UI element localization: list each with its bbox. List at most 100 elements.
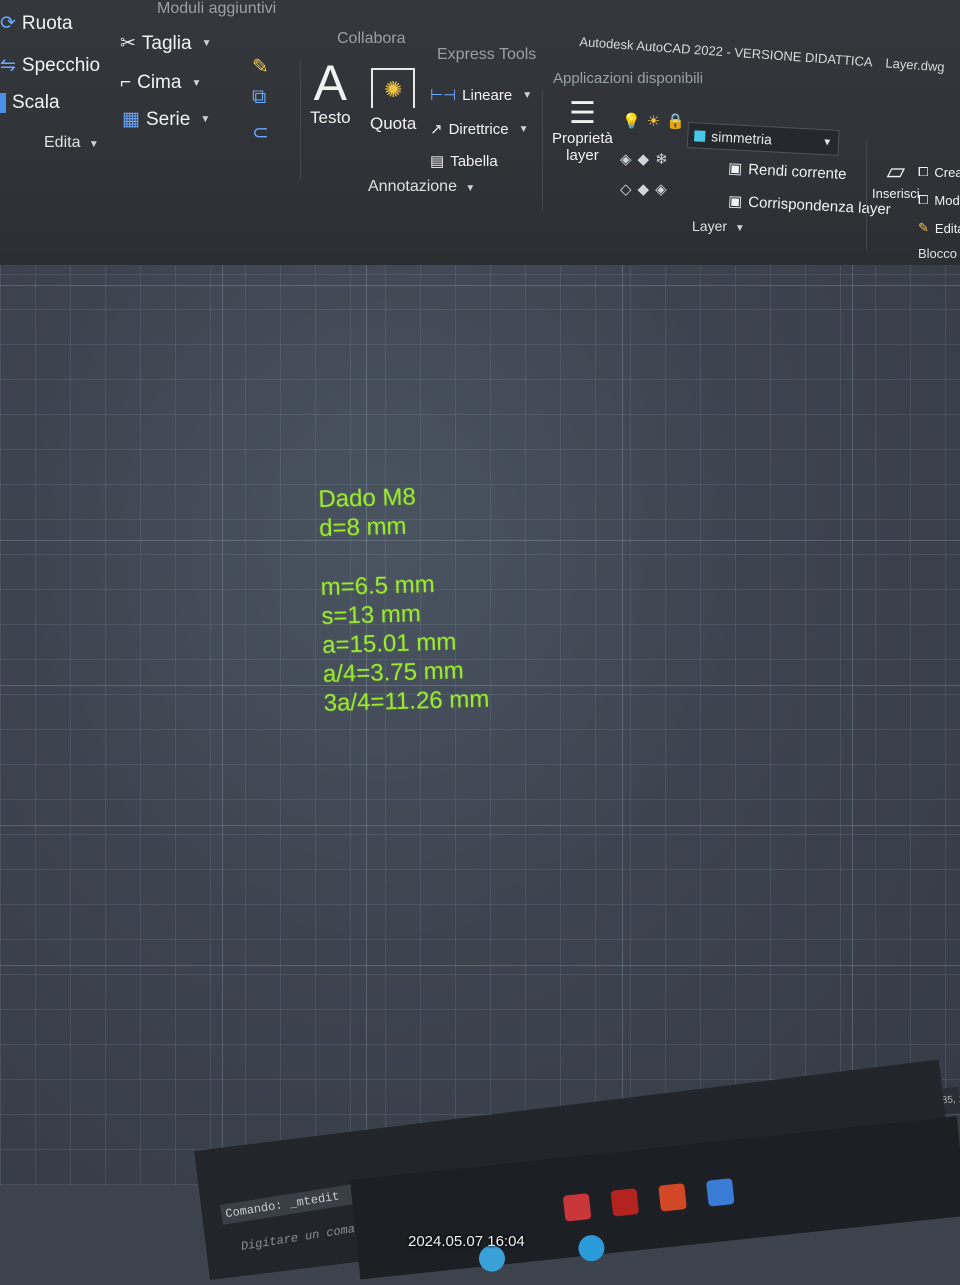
mtext-line: 3a/4=11.26 mm [323,685,490,717]
lock-icon: 🔒 [666,113,685,130]
edita-label: Edita [44,134,81,151]
layer-tools-row-1[interactable]: ◈ ◆ ❄ [620,150,668,168]
grid-line [0,825,960,826]
group-label-edita[interactable]: Edita ▼ [44,134,99,152]
create-label: Crea [934,164,960,180]
dimension-button[interactable]: ✺ Quota [370,68,416,134]
modify-block-icon: ⧠ [918,192,929,207]
group-label-layer[interactable]: Layer ▼ [692,218,745,234]
offset-icon[interactable]: ⊂ [252,120,269,145]
layer-state-icons[interactable]: 💡 ☀ 🔒 [622,112,685,130]
tab-express-tools[interactable]: Express Tools [437,46,536,64]
grid-line [366,265,367,1185]
leader-icon: ↗ [430,121,443,138]
lightbulb-icon: 💡 [622,113,641,130]
window-title: Autodesk AutoCAD 2022 - VERSIONE DIDATTI… [579,34,945,74]
text-button[interactable]: A Testo [310,58,351,128]
separator [866,140,867,250]
linear-dimension-button[interactable]: ⊢⊣ Lineare ▼ [430,86,533,105]
rotate-label: Ruota [21,12,73,34]
fillet-label: Cima [137,72,182,93]
layer-freeze-icon: ❄ [655,151,668,168]
edit-block-icon: ✎ [918,220,929,235]
chevron-down-icon: ▼ [88,139,99,150]
scale-label: Scala [12,92,60,113]
layer-properties-label: Proprietà [552,130,613,147]
fillet-button[interactable]: ⌐ Cima ▼ [120,72,201,94]
grid-line [0,965,960,966]
mtext-block[interactable]: Dado M8 d=8 mm m=6.5 mm s=13 mm a=15.01 … [318,481,490,718]
mirror-label: Specchio [21,54,101,76]
copy-icon[interactable]: ⧉ [252,86,266,109]
create-block-icon: ⧠ [918,164,929,179]
mtext-line: a=15.01 mm [321,628,457,659]
grid-line [852,265,853,1185]
tab-moduli-aggiuntivi[interactable]: Moduli aggiuntivi [157,0,276,18]
scale-button[interactable]: Scala [0,92,60,114]
make-current-icon: ▣ [727,159,743,178]
grid-line [622,265,623,1185]
leader-button[interactable]: ↗ Direttrice ▼ [430,120,529,139]
current-layer-name: simmetria [710,128,773,148]
tab-applicazioni-disponibili[interactable]: Applicazioni disponibili [553,70,703,87]
chevron-down-icon: ▼ [465,183,476,194]
mtext-line: m=6.5 mm [320,570,436,601]
mtext-blank-line [320,539,486,573]
group-label-blocco[interactable]: Blocco [918,246,957,261]
modify-block-button[interactable]: ⧠ Mod [918,192,960,208]
layer-tools-row-2[interactable]: ◇ ◆ ◈ [620,180,667,198]
layer-off-icon: ◆ [637,151,650,168]
table-icon: ▤ [430,153,445,170]
chevron-down-icon: ▼ [191,77,202,89]
erase-icon[interactable]: ✎ [252,54,269,79]
grid-line [0,285,960,286]
insert-label: Inserisci [872,186,920,201]
mirror-icon: ⇋ [0,55,16,76]
array-icon: ▦ [122,109,140,130]
mtext-line: Dado M8 [318,483,417,513]
layer-properties-button[interactable]: ☰ Proprietà layer [552,97,613,165]
blocco-label: Blocco [918,246,958,261]
array-label: Serie [145,108,191,130]
fillet-icon: ⌐ [120,72,132,93]
make-current-label: Rendi corrente [747,160,847,183]
photo-timestamp: 2024.05.07 16:04 [408,1233,525,1250]
mirror-button[interactable]: ⇋ Specchio [0,54,100,77]
layer-stack-icon: ☰ [568,97,596,130]
document-app-icon[interactable] [706,1178,735,1207]
layer-merge-icon: ◆ [637,181,650,198]
rotate-button[interactable]: ⟳ Ruota [0,12,73,35]
insert-block-icon: ▱ [886,158,906,185]
trim-button[interactable]: ✂ Taglia ▼ [120,32,211,55]
separator [542,90,543,210]
separator [300,60,301,180]
text-label: Testo [310,108,351,127]
layer-dropdown[interactable]: simmetria ▼ [686,122,840,156]
acrobat-app-icon[interactable] [610,1188,640,1217]
table-button[interactable]: ▤ Tabella [430,152,498,171]
edit-block-button[interactable]: ✎ Edita [918,220,960,236]
group-label-annotazione[interactable]: Annotazione ▼ [368,178,475,196]
layer-walk-icon: ◇ [620,181,632,198]
mtext-line: a/4=3.75 mm [322,657,465,688]
annotazione-label: Annotazione [368,178,457,195]
create-block-button[interactable]: ⧠ Crea [918,164,960,180]
sun-icon: ☀ [646,113,661,130]
chevron-down-icon: ▼ [522,89,533,101]
tab-collabora[interactable]: Collabora [337,30,405,48]
insert-block-button[interactable]: ▱ Inserisci [872,158,920,201]
browser-icon[interactable] [577,1233,606,1263]
powerpoint-app-icon[interactable] [658,1183,687,1212]
chevron-down-icon: ▼ [821,136,833,149]
chevron-down-icon: ▼ [200,114,211,125]
chevron-down-icon: ▼ [201,38,212,49]
linear-dimension-icon: ⊢⊣ [430,87,457,104]
match-layer-label: Corrispondenza layer [747,193,892,218]
modify-label: Mod [934,192,960,208]
drawing-canvas[interactable]: Dado M8 d=8 mm m=6.5 mm s=13 mm a=15.01 … [0,265,960,1185]
array-button[interactable]: ▦ Serie ▼ [122,108,210,131]
text-icon: A [313,55,347,111]
autocad-app-icon[interactable] [562,1193,592,1222]
trim-label: Taglia [141,32,192,54]
make-current-button[interactable]: ▣ Rendi corrente [728,159,847,183]
